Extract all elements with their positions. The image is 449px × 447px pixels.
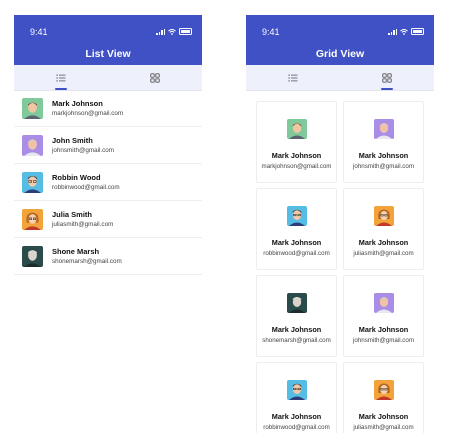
list-item[interactable]: John Smith johnsmith@gmail.com xyxy=(14,127,202,164)
contact-name: Mark Johnson xyxy=(271,412,322,421)
avatar xyxy=(286,119,307,139)
view-tab-bar xyxy=(14,65,202,91)
contact-email: johnsmith@gmail.com xyxy=(353,337,414,344)
contact-name: Mark Johnson xyxy=(358,238,409,247)
grid-card[interactable]: Mark Johnson robbinwood@gmail.com xyxy=(256,188,337,270)
view-tab-bar xyxy=(246,65,434,91)
contact-email: shonemarsh@gmail.com xyxy=(52,257,122,265)
contact-email: johnsmith@gmail.com xyxy=(353,163,414,170)
grid-card[interactable]: Mark Johnson markjohnson@gmail.com xyxy=(256,101,337,183)
avatar xyxy=(286,293,307,313)
tab-grid[interactable] xyxy=(108,65,202,90)
grid-card[interactable]: Mark Johnson robbinwood@gmail.com xyxy=(256,362,337,433)
contact-email: johnsmith@gmail.com xyxy=(52,146,115,154)
signal-icon xyxy=(388,28,397,35)
avatar xyxy=(373,293,394,313)
contact-email: juliasmith@gmail.com xyxy=(52,220,114,228)
list-item[interactable]: Julia Smith juliasmith@gmail.com xyxy=(14,201,202,238)
battery-icon xyxy=(411,28,424,35)
app-bar: 9:41 Grid View xyxy=(246,15,434,65)
contact-email: robbinwood@gmail.com xyxy=(263,250,330,257)
contact-email: shonemarsh@gmail.com xyxy=(262,337,331,344)
avatar xyxy=(22,98,43,119)
avatar xyxy=(22,171,43,193)
avatar xyxy=(22,245,43,267)
contact-name: Mark Johnson xyxy=(358,151,409,160)
list-item[interactable]: Shone Marsh shonemarsh@gmail.com xyxy=(14,238,202,275)
tab-list[interactable] xyxy=(14,65,108,90)
app-bar: 9:41 List View xyxy=(14,15,202,65)
contact-email: robbinwood@gmail.com xyxy=(263,424,330,431)
status-bar: 9:41 xyxy=(262,27,424,37)
list-item[interactable]: Mark Johnson markjohnson@gmail.com xyxy=(14,91,202,127)
avatar xyxy=(22,208,43,230)
wifi-icon xyxy=(400,28,408,35)
avatar xyxy=(22,134,43,156)
list-item[interactable]: Robbin Wood robbinwood@gmail.com xyxy=(14,164,202,201)
contact-name: Mark Johnson xyxy=(52,99,103,108)
contact-email: juliasmith@gmail.com xyxy=(353,424,414,431)
grid-card[interactable]: Mark Johnson johnsmith@gmail.com xyxy=(343,275,424,357)
status-time: 9:41 xyxy=(30,27,48,37)
status-time: 9:41 xyxy=(262,27,280,37)
list-icon xyxy=(288,74,298,81)
contact-grid: Mark Johnson markjohnson@gmail.com Mark … xyxy=(246,91,434,433)
avatar xyxy=(373,119,394,139)
avatar xyxy=(286,206,307,226)
contact-email: markjohnson@gmail.com xyxy=(52,110,124,117)
grid-card[interactable]: Mark Johnson shonemarsh@gmail.com xyxy=(256,275,337,357)
list-icon xyxy=(56,74,66,81)
tab-list[interactable] xyxy=(246,65,340,90)
contact-name: Mark Johnson xyxy=(358,325,409,334)
contact-name: Shone Marsh xyxy=(52,246,100,256)
active-tab-indicator xyxy=(381,88,393,90)
grid-icon xyxy=(150,72,160,83)
contact-email: robbinwood@gmail.com xyxy=(52,183,120,191)
list-view-screen: 9:41 List View Mark Johnson markjohnson@… xyxy=(14,15,202,433)
avatar xyxy=(373,206,394,226)
contact-name: Mark Johnson xyxy=(271,151,322,160)
grid-view-screen: 9:41 Grid View Mark Johnson markjohnson@… xyxy=(246,15,434,433)
contact-name: Mark Johnson xyxy=(271,238,322,247)
grid-card[interactable]: Mark Johnson juliasmith@gmail.com xyxy=(343,362,424,433)
contact-email: juliasmith@gmail.com xyxy=(353,250,414,257)
contact-name: Robbin Wood xyxy=(52,172,101,182)
avatar xyxy=(286,380,307,400)
active-tab-indicator xyxy=(55,88,67,90)
contact-email: markjohnson@gmail.com xyxy=(261,163,332,170)
tab-grid[interactable] xyxy=(340,65,434,90)
contact-name: Mark Johnson xyxy=(358,412,409,421)
status-bar: 9:41 xyxy=(30,27,192,37)
battery-icon xyxy=(179,28,192,35)
grid-icon xyxy=(382,72,392,83)
page-title: List View xyxy=(85,48,131,60)
avatar xyxy=(373,380,394,400)
contact-name: Mark Johnson xyxy=(271,325,322,334)
wifi-icon xyxy=(168,28,176,35)
contact-list: Mark Johnson markjohnson@gmail.com John … xyxy=(14,91,202,275)
signal-icon xyxy=(156,28,165,35)
contact-name: John Smith xyxy=(52,135,93,145)
grid-card[interactable]: Mark Johnson juliasmith@gmail.com xyxy=(343,188,424,270)
page-title: Grid View xyxy=(315,48,365,60)
contact-name: Julia Smith xyxy=(52,209,93,219)
grid-card[interactable]: Mark Johnson johnsmith@gmail.com xyxy=(343,101,424,183)
